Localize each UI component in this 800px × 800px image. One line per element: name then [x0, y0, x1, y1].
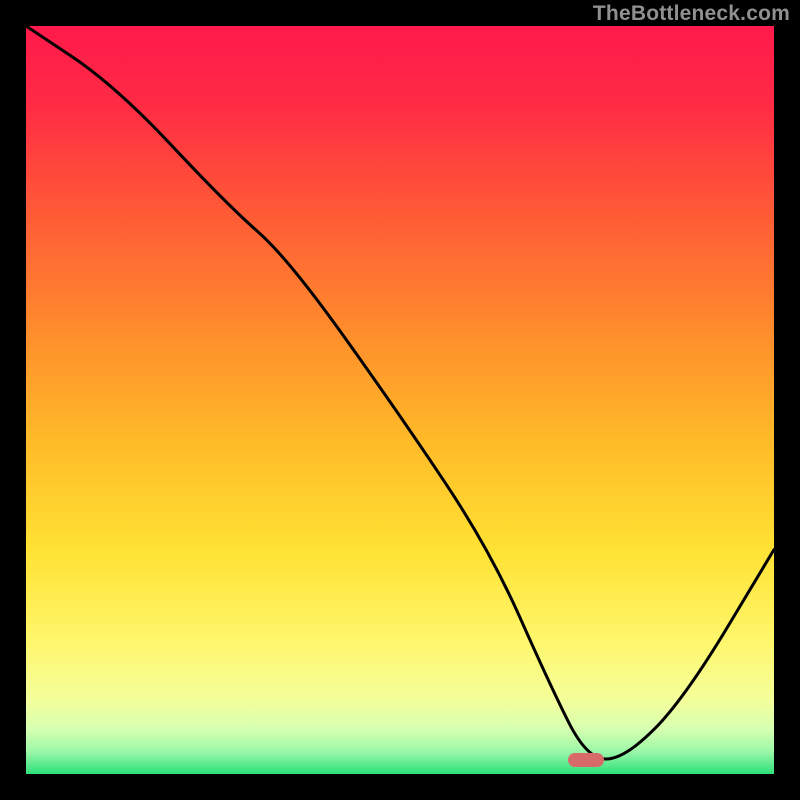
bottleneck-curve-line	[26, 26, 774, 774]
watermark-label: TheBottleneck.com	[593, 2, 790, 26]
plot-area	[26, 26, 774, 774]
chart-frame: TheBottleneck.com	[0, 0, 800, 800]
optimal-marker-pill	[568, 753, 604, 767]
